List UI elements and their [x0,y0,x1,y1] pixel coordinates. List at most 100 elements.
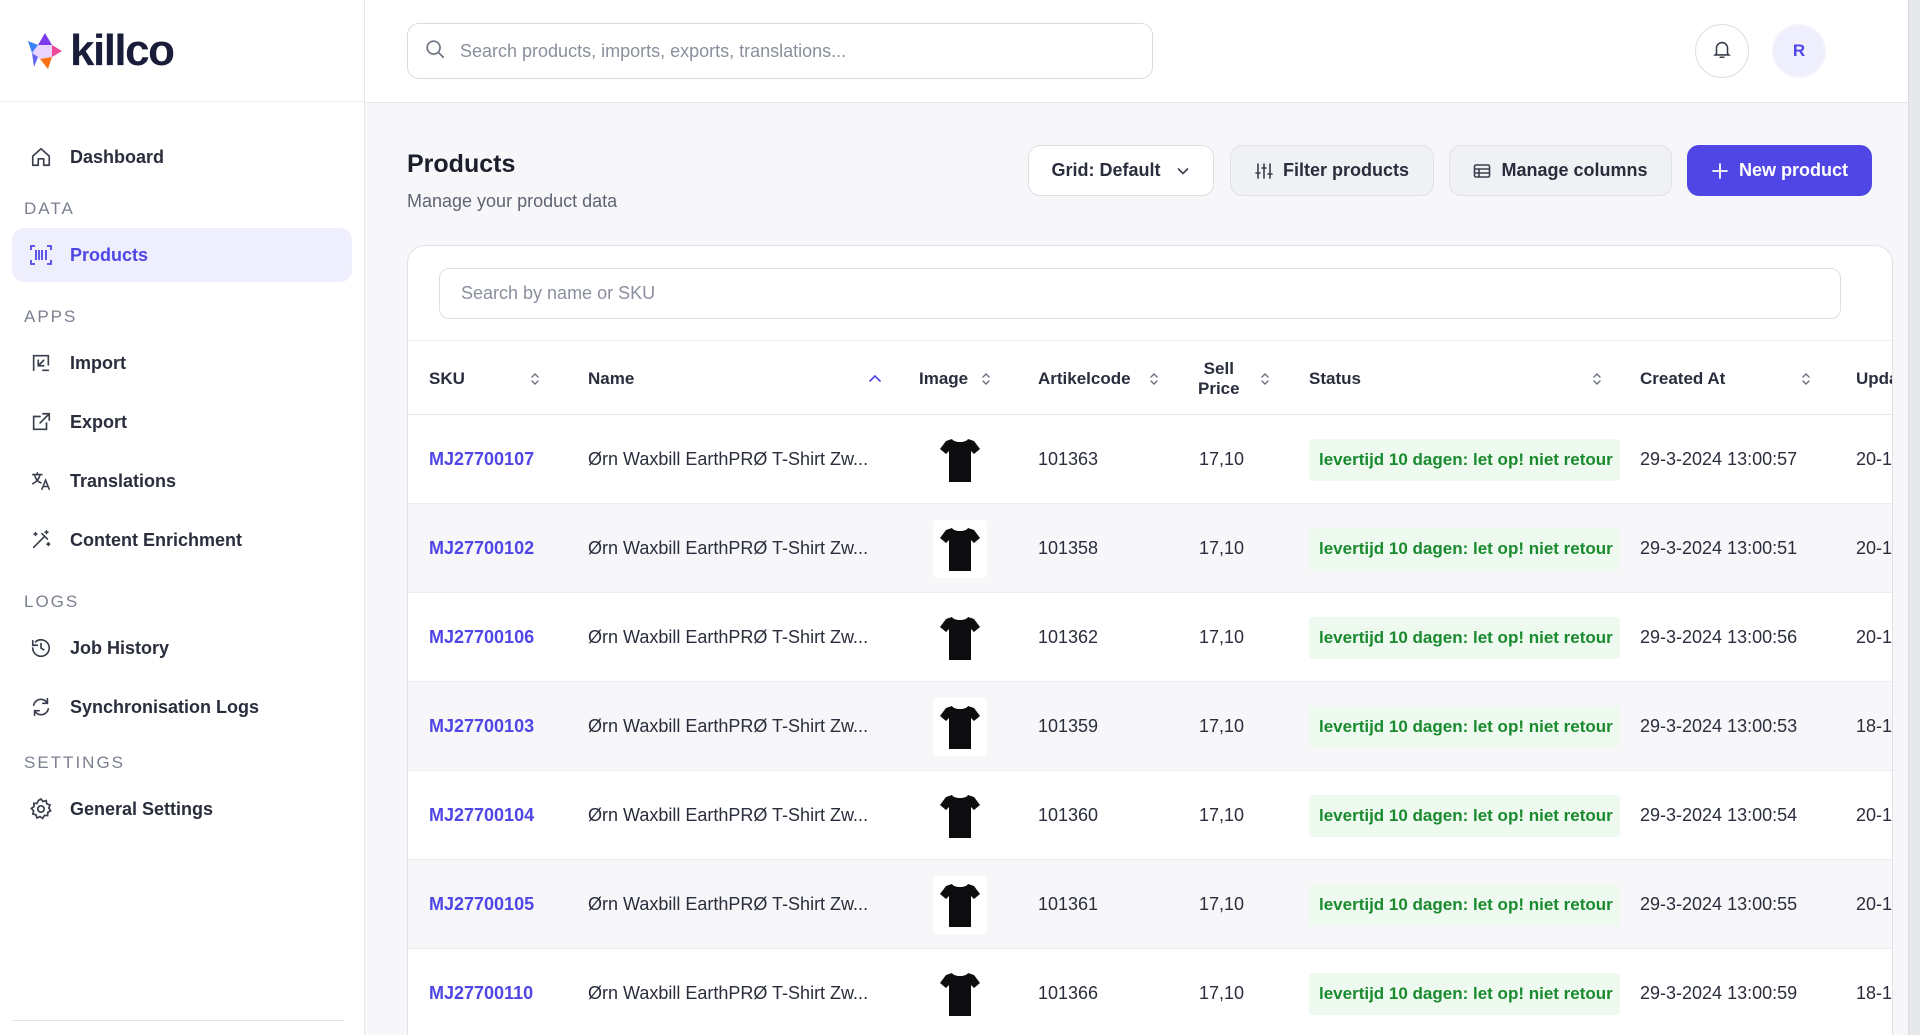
grid-select[interactable]: Grid: Default [1028,145,1214,196]
product-image-cell [933,682,993,771]
product-name: Ørn Waxbill EarthPRØ T-Shirt Zw... [588,805,869,825]
filter-products-button[interactable]: Filter products [1230,145,1434,196]
sidebar-item-translations[interactable]: Translations [12,454,352,508]
sidebar-item-dashboard[interactable]: Dashboard [12,130,352,184]
product-name: Ørn Waxbill EarthPRØ T-Shirt Zw... [588,716,869,736]
table-row[interactable]: MJ27700104 Ørn Waxbill EarthPRØ T-Shirt Z… [408,771,1892,860]
table-row[interactable]: MJ27700106 Ørn Waxbill EarthPRØ T-Shirt Z… [408,593,1892,682]
column-header-label-line: Sell [1203,358,1234,378]
sidebar-item-import[interactable]: Import [12,336,352,390]
column-header-artikelcode[interactable]: Artikelcode [1038,341,1168,416]
column-header-sku[interactable]: SKU [429,341,549,416]
status-cell: levertijd 10 dagen: let op! niet retour [1309,771,1622,860]
sell-price: 17,10 [1199,805,1245,825]
status-badge: levertijd 10 dagen: let op! niet retour [1309,883,1620,926]
status-badge: levertijd 10 dagen: let op! niet retour [1309,616,1620,659]
sku-link[interactable]: MJ27700106 [429,593,579,682]
sell-price: 17,10 [1199,538,1245,558]
manage-columns-label: Manage columns [1501,160,1648,180]
sku-link[interactable]: MJ27700105 [429,860,579,949]
global-search[interactable] [407,23,1153,79]
tshirt-image[interactable] [933,608,987,667]
column-header-name[interactable]: Name [588,341,884,416]
sku-link[interactable]: MJ27700104 [429,771,579,860]
sell-price: 17,10 [1199,449,1245,469]
table-icon [1473,162,1491,180]
avatar[interactable]: R [1772,24,1826,78]
column-header-label: Sell Price [1198,359,1240,399]
created-at: 29-3-2024 13:00:51 [1640,538,1798,558]
column-header-updated[interactable]: Update [1856,341,1892,416]
sidebar-item-label: Import [70,352,126,373]
search-icon [424,38,446,65]
tshirt-image[interactable] [933,697,987,756]
page-title: Products [407,150,516,178]
sliders-icon [1255,162,1273,180]
sidebar-item-label: Job History [70,637,170,658]
sidebar-item-synchronisation-logs[interactable]: Synchronisation Logs [12,680,352,734]
sort-icon[interactable] [1801,372,1811,386]
table-row[interactable]: MJ27700103 Ørn Waxbill EarthPRØ T-Shirt Z… [408,682,1892,771]
sort-icon[interactable] [1149,372,1159,386]
table-row[interactable]: MJ27700110 Ørn Waxbill EarthPRØ T-Shirt Z… [408,949,1892,1035]
product-name: Ørn Waxbill EarthPRØ T-Shirt Zw... [588,449,869,469]
external-link-icon [28,409,54,435]
artikelcode: 101359 [1038,716,1099,736]
sidebar-item-export[interactable]: Export [12,395,352,449]
brand-logo[interactable]: killco [0,0,364,102]
product-name: Ørn Waxbill EarthPRØ T-Shirt Zw... [588,627,869,647]
sidebar-item-label: Translations [70,470,177,491]
sku-link[interactable]: MJ27700103 [429,682,579,771]
sku-link[interactable]: MJ27700110 [429,949,579,1035]
tshirt-image[interactable] [933,786,987,845]
table-row[interactable]: MJ27700102 Ørn Waxbill EarthPRØ T-Shirt Z… [408,504,1893,593]
table-search-input[interactable] [461,283,1761,304]
divider [12,1020,344,1021]
sidebar-section-apps: APPS [24,307,78,326]
sort-ascending-icon[interactable] [868,374,882,384]
status-cell: levertijd 10 dagen: let op! niet retour [1309,949,1622,1035]
sort-icon[interactable] [530,372,540,386]
scrollbar[interactable] [1908,0,1920,1035]
column-header-created-at[interactable]: Created At [1640,341,1820,416]
column-header-status[interactable]: Status [1309,341,1609,416]
sku-link[interactable]: MJ27700102 [429,504,579,593]
created-at: 29-3-2024 13:00:56 [1640,627,1798,647]
global-search-input[interactable] [460,40,1080,62]
sidebar-item-job-history[interactable]: Job History [12,621,352,675]
tshirt-image[interactable] [933,964,987,1023]
killco-logo-icon [28,32,62,69]
updated-at: 20-12- [1856,538,1893,558]
tshirt-image[interactable] [933,519,987,578]
product-name: Ørn Waxbill EarthPRØ T-Shirt Zw... [588,894,869,914]
sidebar-item-label: Synchronisation Logs [70,696,260,717]
products-table-card: SKU Name Image Artikelcode Sell [407,245,1893,1035]
sidebar-item-products[interactable]: Products [12,228,352,282]
created-at: 29-3-2024 13:00:55 [1640,894,1798,914]
artikelcode: 101358 [1038,538,1099,558]
table-row[interactable]: MJ27700107 Ørn Waxbill EarthPRØ T-Shirt Z… [408,415,1892,504]
tshirt-image[interactable] [933,875,987,934]
sort-icon[interactable] [981,372,991,386]
sync-icon [28,694,54,720]
column-header-sell-price[interactable]: Sell Price [1198,341,1278,416]
sidebar: killco Dashboard DATA Products APPS Impo… [0,0,365,1035]
table-row[interactable]: MJ27700105 Ørn Waxbill EarthPRØ T-Shirt Z… [408,860,1892,949]
home-icon [28,144,54,170]
product-image-cell [933,593,993,682]
sku-link[interactable]: MJ27700107 [429,415,579,504]
table-search[interactable] [439,268,1841,319]
sort-icon[interactable] [1260,372,1270,386]
sidebar-item-label: General Settings [70,798,214,819]
sidebar-item-general-settings[interactable]: General Settings [12,782,352,836]
status-badge: levertijd 10 dagen: let op! niet retour [1309,527,1620,570]
column-header-image[interactable]: Image [919,341,999,416]
sidebar-section-settings: SETTINGS [24,753,126,772]
manage-columns-button[interactable]: Manage columns [1449,145,1672,196]
tshirt-image[interactable] [933,430,987,489]
sidebar-item-content-enrichment[interactable]: Content Enrichment [12,513,352,567]
new-product-button[interactable]: New product [1687,145,1872,196]
notifications-button[interactable] [1695,24,1749,78]
sort-icon[interactable] [1592,372,1602,386]
sidebar-section-data: DATA [24,199,75,218]
